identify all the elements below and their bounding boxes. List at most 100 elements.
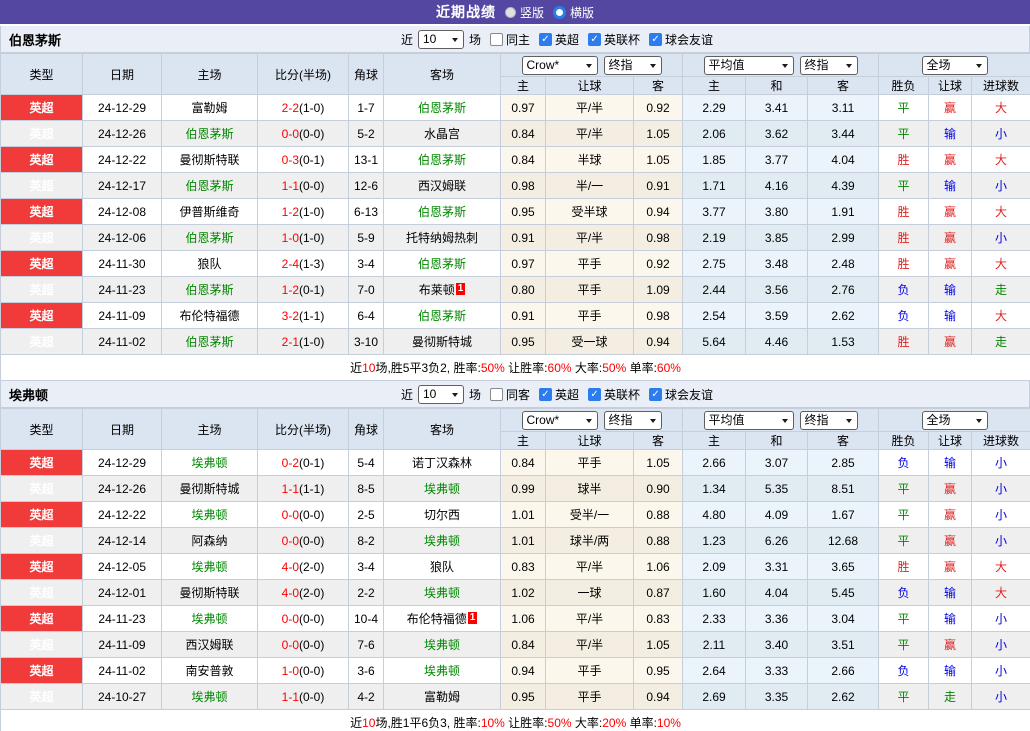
league-checkbox[interactable]: ✓ xyxy=(539,32,552,46)
home-team-link[interactable]: 狼队 xyxy=(197,257,221,271)
league-cup-checkbox-label[interactable]: 英联杯 xyxy=(604,31,640,48)
away-team-link[interactable]: 布莱顿 xyxy=(419,283,455,297)
away-team-link[interactable]: 狼队 xyxy=(430,560,454,574)
home-team-link[interactable]: 埃弗顿 xyxy=(191,508,227,522)
avg-away-cell: 4.39 xyxy=(806,172,880,199)
home-team-link[interactable]: 埃弗顿 xyxy=(191,690,227,704)
bookmaker-select[interactable]: Crow* xyxy=(521,55,598,75)
home-team-cell: 埃弗顿 xyxy=(161,553,258,580)
date-cell: 24-12-22 xyxy=(82,146,162,173)
away-team-link[interactable]: 曼彻斯特城 xyxy=(412,335,472,349)
home-team-link[interactable]: 伯恩茅斯 xyxy=(185,283,233,297)
layout-radio-vertical[interactable] xyxy=(504,6,516,18)
away-team-link[interactable]: 托特纳姆热刺 xyxy=(406,231,478,245)
avg-home-cell: 2.44 xyxy=(682,276,746,303)
away-team-link[interactable]: 伯恩茅斯 xyxy=(418,309,466,323)
recent-count-select[interactable]: 10 xyxy=(417,384,464,404)
average-stage-select[interactable]: 终指 xyxy=(799,55,858,75)
same-venue-checkbox[interactable] xyxy=(489,387,503,401)
odds-home-cell: 0.84 xyxy=(500,120,546,147)
away-team-link[interactable]: 伯恩茅斯 xyxy=(418,153,466,167)
away-team-link[interactable]: 伯恩茅斯 xyxy=(418,205,466,219)
home-team-link[interactable]: 曼彻斯特城 xyxy=(179,482,239,496)
away-team-link[interactable]: 伯恩茅斯 xyxy=(418,101,466,115)
avg-draw-cell: 3.33 xyxy=(745,657,808,684)
away-team-link[interactable]: 埃弗顿 xyxy=(424,534,460,548)
result-handicap-cell: 赢 xyxy=(928,224,973,251)
home-team-link[interactable]: 埃弗顿 xyxy=(191,456,227,470)
avg-home-cell: 2.69 xyxy=(682,683,746,710)
odds-home-cell: 0.97 xyxy=(500,94,546,121)
odds-stage-select[interactable]: 终指 xyxy=(603,55,662,75)
score-cell: 0-0(0-0) xyxy=(257,501,349,528)
home-team-link[interactable]: 埃弗顿 xyxy=(191,560,227,574)
score-cell: 1-0(1-0) xyxy=(257,224,349,251)
away-team-link[interactable]: 布伦特福德 xyxy=(407,612,467,626)
result-goals-cell: 小 xyxy=(971,224,1030,251)
away-team-link[interactable]: 埃弗顿 xyxy=(424,664,460,678)
league-cup-checkbox[interactable]: ✓ xyxy=(588,387,602,401)
away-team-link[interactable]: 埃弗顿 xyxy=(424,482,460,496)
odds-stage-select[interactable]: 终指 xyxy=(603,410,662,430)
home-team-link[interactable]: 伯恩茅斯 xyxy=(185,231,233,245)
home-team-link[interactable]: 曼彻斯特联 xyxy=(179,153,239,167)
average-select[interactable]: 平均值 xyxy=(703,55,794,75)
friendly-checkbox-label[interactable]: 球会友谊 xyxy=(665,386,713,403)
result-goals-cell: 走 xyxy=(971,276,1030,303)
layout-radio-horizontal[interactable] xyxy=(553,5,566,19)
home-team-cell: 埃弗顿 xyxy=(161,605,258,632)
average-select[interactable]: 平均值 xyxy=(703,410,794,430)
league-checkbox-label[interactable]: 英超 xyxy=(555,386,579,403)
match-row: 英超 24-10-27 埃弗顿 1-1(0-0) 4-2 富勒姆 0.95 平手 0.94 2.6… xyxy=(0,683,1030,710)
date-cell: 24-11-30 xyxy=(82,250,162,277)
league-cup-checkbox[interactable]: ✓ xyxy=(588,32,602,46)
home-team-link[interactable]: 伯恩茅斯 xyxy=(185,127,233,141)
league-cell: 英超 xyxy=(0,631,83,658)
same-venue-checkbox[interactable] xyxy=(489,32,503,46)
home-team-link[interactable]: 伯恩茅斯 xyxy=(185,179,233,193)
layout-radio-horizontal-label[interactable]: 横版 xyxy=(570,4,594,21)
avg-home-cell: 2.54 xyxy=(682,302,746,329)
result-handicap-cell: 赢 xyxy=(928,475,973,502)
same-venue-label[interactable]: 同主 xyxy=(506,31,530,48)
away-team-link[interactable]: 埃弗顿 xyxy=(424,638,460,652)
recent-count-select[interactable]: 10 xyxy=(417,29,464,49)
score-cell: 1-1(1-1) xyxy=(257,475,349,502)
score-cell: 2-4(1-3) xyxy=(257,250,349,277)
away-team-link[interactable]: 切尔西 xyxy=(424,508,460,522)
average-stage-select[interactable]: 终指 xyxy=(799,410,858,430)
home-team-link[interactable]: 伊普斯维奇 xyxy=(179,205,239,219)
home-team-link[interactable]: 西汉姆联 xyxy=(185,638,233,652)
layout-radio-vertical-label[interactable]: 竖版 xyxy=(520,4,544,21)
scope-select[interactable]: 全场 xyxy=(921,410,988,430)
col-type: 类型 xyxy=(0,53,83,95)
date-cell: 24-12-29 xyxy=(82,94,162,121)
away-team-link[interactable]: 西汉姆联 xyxy=(418,179,466,193)
league-cup-checkbox-label[interactable]: 英联杯 xyxy=(604,386,640,403)
away-team-link[interactable]: 伯恩茅斯 xyxy=(418,257,466,271)
away-team-link[interactable]: 水晶宫 xyxy=(424,127,460,141)
same-venue-label[interactable]: 同客 xyxy=(506,386,530,403)
home-team-link[interactable]: 阿森纳 xyxy=(191,534,227,548)
league-checkbox-label[interactable]: 英超 xyxy=(555,31,579,48)
friendly-checkbox[interactable]: ✓ xyxy=(649,387,663,401)
home-team-link[interactable]: 伯恩茅斯 xyxy=(185,335,233,349)
away-team-link[interactable]: 富勒姆 xyxy=(424,690,460,704)
home-team-link[interactable]: 布伦特福德 xyxy=(179,309,239,323)
home-team-cell: 埃弗顿 xyxy=(161,449,258,476)
bookmaker-select[interactable]: Crow* xyxy=(521,410,598,430)
away-team-link[interactable]: 诺丁汉森林 xyxy=(412,456,472,470)
result-outcome-cell: 平 xyxy=(878,120,930,147)
home-team-link[interactable]: 富勒姆 xyxy=(191,101,227,115)
home-team-cell: 南安普敦 xyxy=(161,657,258,684)
home-team-link[interactable]: 南安普敦 xyxy=(185,664,233,678)
friendly-checkbox[interactable]: ✓ xyxy=(649,32,663,46)
scope-select[interactable]: 全场 xyxy=(921,55,988,75)
home-team-link[interactable]: 曼彻斯特联 xyxy=(179,586,239,600)
league-checkbox[interactable]: ✓ xyxy=(539,387,552,401)
friendly-checkbox-label[interactable]: 球会友谊 xyxy=(665,31,713,48)
away-team-link[interactable]: 埃弗顿 xyxy=(424,586,460,600)
avg-draw-cell: 3.59 xyxy=(745,302,808,329)
home-team-link[interactable]: 埃弗顿 xyxy=(191,612,227,626)
date-cell: 24-11-02 xyxy=(82,657,162,684)
